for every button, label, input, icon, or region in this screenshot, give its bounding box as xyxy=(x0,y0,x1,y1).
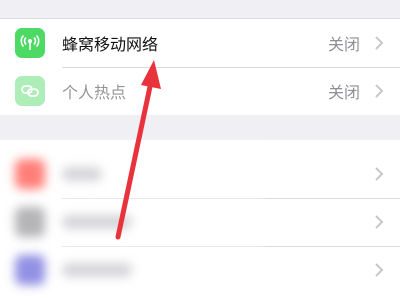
personal-hotspot-row[interactable]: 个人热点 关闭 xyxy=(0,67,400,115)
cellular-antenna-icon xyxy=(15,28,45,58)
cellular-network-value: 关闭 xyxy=(327,35,360,54)
chevron-right-icon xyxy=(375,84,384,98)
blurred-row-3[interactable] xyxy=(0,246,400,294)
network-settings-group: 蜂窝移动网络 关闭 个人热点 关闭 xyxy=(0,18,400,115)
chevron-right-icon xyxy=(375,36,384,50)
chevron-right-icon xyxy=(375,263,384,277)
blurred-row-1[interactable] xyxy=(0,150,400,198)
top-background xyxy=(0,0,400,18)
chevron-right-icon xyxy=(375,215,384,229)
cellular-network-label: 蜂窝移动网络 xyxy=(62,35,159,54)
chevron-right-icon xyxy=(375,167,384,181)
personal-hotspot-value: 关闭 xyxy=(327,83,360,102)
cellular-network-row[interactable]: 蜂窝移动网络 关闭 xyxy=(0,19,400,67)
personal-hotspot-label: 个人热点 xyxy=(62,83,127,102)
blurred-row-2[interactable] xyxy=(0,198,400,246)
hotspot-link-icon xyxy=(15,76,45,106)
blurred-settings-group xyxy=(0,140,400,300)
